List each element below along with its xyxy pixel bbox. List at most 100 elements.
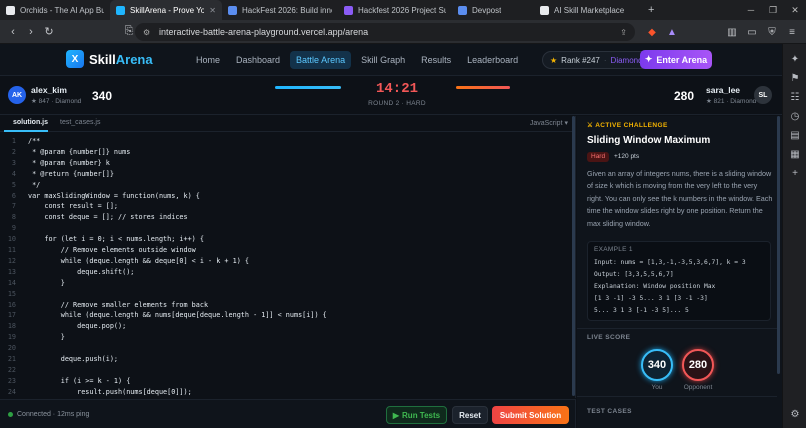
line-number: 13 bbox=[7, 267, 16, 276]
browser-sidebar: ✦ ⚑ ☷ ◷ ▤ ▦ + ⚙ bbox=[782, 44, 806, 428]
playlist-icon[interactable]: ▦ bbox=[783, 145, 806, 164]
logo-mark: X bbox=[66, 50, 84, 68]
line-number: 17 bbox=[7, 311, 16, 320]
bookmarks-icon[interactable]: ⚑ bbox=[783, 69, 806, 88]
tab-test-cases-js[interactable]: test_cases.js bbox=[60, 119, 100, 126]
minimize-icon[interactable]: ─ bbox=[740, 0, 762, 20]
rewards-icon[interactable]: ▲ bbox=[664, 23, 680, 41]
code-line[interactable]: deque.push(i); bbox=[28, 355, 118, 363]
language-select[interactable]: JavaScript ▾ bbox=[530, 119, 568, 127]
code-line[interactable]: while (deque.length && deque[0] < i - k … bbox=[28, 257, 249, 265]
tab-favicon-icon bbox=[344, 5, 353, 15]
site-info-icon[interactable]: ⚙ bbox=[143, 28, 150, 37]
line-number: 14 bbox=[7, 278, 16, 287]
nav-item[interactable]: Dashboard bbox=[230, 51, 286, 69]
reset-button[interactable]: Reset bbox=[452, 406, 488, 424]
round-label: ROUND 2 · HARD bbox=[368, 100, 426, 107]
url-text: interactive-battle-arena-playground.verc… bbox=[159, 27, 369, 37]
code-line[interactable]: deque.pop(); bbox=[28, 322, 126, 330]
settings-icon[interactable]: ⚙ bbox=[783, 405, 806, 424]
nav-item[interactable]: Results bbox=[415, 51, 457, 69]
enter-arena-button[interactable]: ✦ Enter Arena bbox=[640, 50, 712, 69]
browser-tab[interactable]: HackFest 2026: Build innovative bbox=[222, 0, 338, 20]
editor-scrollbar[interactable] bbox=[572, 116, 575, 396]
code-line[interactable]: /** bbox=[28, 137, 40, 145]
brave-shield-icon[interactable]: ◆ bbox=[644, 23, 660, 41]
line-number: 11 bbox=[7, 246, 16, 254]
nav-item[interactable]: Leaderboard bbox=[461, 51, 524, 69]
code-line[interactable]: * @return {number[]} bbox=[28, 170, 114, 178]
nav-item[interactable]: Home bbox=[190, 51, 226, 69]
you-score-circle: 340 bbox=[641, 349, 673, 381]
forward-icon[interactable]: › bbox=[22, 23, 40, 41]
line-number: 24 bbox=[7, 387, 16, 396]
line-number: 6 bbox=[11, 191, 16, 200]
code-area[interactable]: 1 /** 2 * @param {number[]} nums 3 * @param… bbox=[0, 137, 570, 397]
code-line[interactable]: if (i >= k - 1) { bbox=[28, 377, 131, 385]
logo[interactable]: X SkillArena bbox=[66, 50, 153, 68]
player2-progress bbox=[456, 86, 510, 89]
reload-icon[interactable]: ↻ bbox=[40, 23, 58, 41]
tab-favicon-icon bbox=[540, 5, 549, 15]
test-cases-label: TEST CASES bbox=[587, 408, 632, 415]
line-number: 1 bbox=[11, 137, 16, 145]
code-line[interactable]: var maxSlidingWindow = function(nums, k)… bbox=[28, 192, 200, 200]
add-panel-icon[interactable]: + bbox=[783, 164, 806, 183]
nav-item[interactable]: Battle Arena bbox=[290, 51, 352, 69]
difficulty-badge: Hard bbox=[587, 152, 610, 162]
line-number: 18 bbox=[7, 322, 16, 331]
player1-progress bbox=[275, 86, 341, 89]
restore-icon[interactable]: ❐ bbox=[762, 0, 784, 20]
submit-solution-button[interactable]: Submit Solution bbox=[492, 406, 569, 424]
code-line[interactable]: const deque = []; // stores indices bbox=[28, 213, 187, 221]
challenge-description: Given an array of integers nums, there i… bbox=[587, 169, 773, 228]
close-tab-icon[interactable]: ✕ bbox=[209, 6, 216, 15]
code-line[interactable]: * @param {number[]} nums bbox=[28, 148, 130, 156]
code-line[interactable]: // Remove elements outside window bbox=[28, 246, 196, 254]
browser-tab[interactable]: Orchids - The AI App Builder bbox=[0, 0, 110, 20]
panel-scrollbar[interactable] bbox=[777, 116, 780, 374]
code-editor[interactable]: solution.js test_cases.js JavaScript ▾ 1… bbox=[0, 116, 576, 398]
example-box: EXAMPLE 1 Input: nums = [1,3,-1,-3,5,3,6… bbox=[587, 241, 771, 321]
line-number: 10 bbox=[7, 235, 16, 244]
code-line[interactable]: result.push(nums[deque[0]]); bbox=[28, 388, 192, 396]
line-number: 7 bbox=[11, 202, 16, 211]
leo-icon[interactable]: ✦ bbox=[783, 50, 806, 69]
code-line[interactable]: // Remove smaller elements from back bbox=[28, 301, 208, 309]
tab-title: HackFest 2026: Build innovative bbox=[242, 5, 332, 15]
player1-score: 340 bbox=[92, 89, 113, 103]
wallet-side-icon[interactable]: ▤ bbox=[783, 126, 806, 145]
browser-tab[interactable]: Hackfest 2026 Project Submissio bbox=[338, 0, 452, 20]
browser-tab[interactable]: AI Skill Marketplace bbox=[534, 0, 642, 20]
code-line[interactable]: deque.shift(); bbox=[28, 268, 134, 276]
connection-status: Connected · 12ms ping bbox=[8, 411, 89, 418]
code-line[interactable]: } bbox=[28, 279, 65, 287]
code-line[interactable]: for (let i = 0; i < nums.length; i++) { bbox=[28, 235, 204, 243]
tab-solution-js[interactable]: solution.js bbox=[13, 119, 48, 126]
vpn-icon[interactable]: ⛨ bbox=[764, 23, 780, 41]
code-line[interactable]: } bbox=[28, 333, 65, 341]
wallet-icon[interactable]: ▭ bbox=[744, 23, 760, 41]
sidebar-toggle-icon[interactable]: ▥ bbox=[724, 23, 740, 41]
url-bar[interactable]: ⚙ interactive-battle-arena-playground.ve… bbox=[135, 23, 635, 41]
code-line[interactable]: * @param {number} k bbox=[28, 159, 110, 167]
browser-tab[interactable]: SkillArena - Prove Your Skill ✕ bbox=[110, 0, 222, 20]
run-tests-button[interactable]: ▶ Run Tests bbox=[386, 406, 447, 424]
nav-item[interactable]: Skill Graph bbox=[355, 51, 411, 69]
editor-footer: Connected · 12ms ping ▶ Run Tests Reset S… bbox=[0, 399, 576, 428]
close-window-icon[interactable]: ✕ bbox=[784, 0, 806, 20]
divider bbox=[577, 328, 777, 329]
code-line[interactable]: */ bbox=[28, 181, 40, 189]
back-icon[interactable]: ‹ bbox=[4, 23, 22, 41]
code-line[interactable]: while (deque.length && nums[deque[deque.… bbox=[28, 311, 327, 319]
line-number: 4 bbox=[11, 169, 16, 178]
menu-icon[interactable]: ≡ bbox=[784, 23, 800, 41]
history-icon[interactable]: ◷ bbox=[783, 107, 806, 126]
code-line[interactable]: const result = []; bbox=[28, 202, 118, 210]
share-icon[interactable]: ⇪ bbox=[620, 28, 627, 37]
points-badge: +120 pts bbox=[614, 153, 640, 160]
new-tab-button[interactable]: + bbox=[642, 0, 660, 20]
browser-tab[interactable]: Devpost bbox=[452, 0, 534, 20]
player2-rating: ★ 821 · Diamond bbox=[706, 98, 757, 105]
reading-list-icon[interactable]: ☷ bbox=[783, 88, 806, 107]
